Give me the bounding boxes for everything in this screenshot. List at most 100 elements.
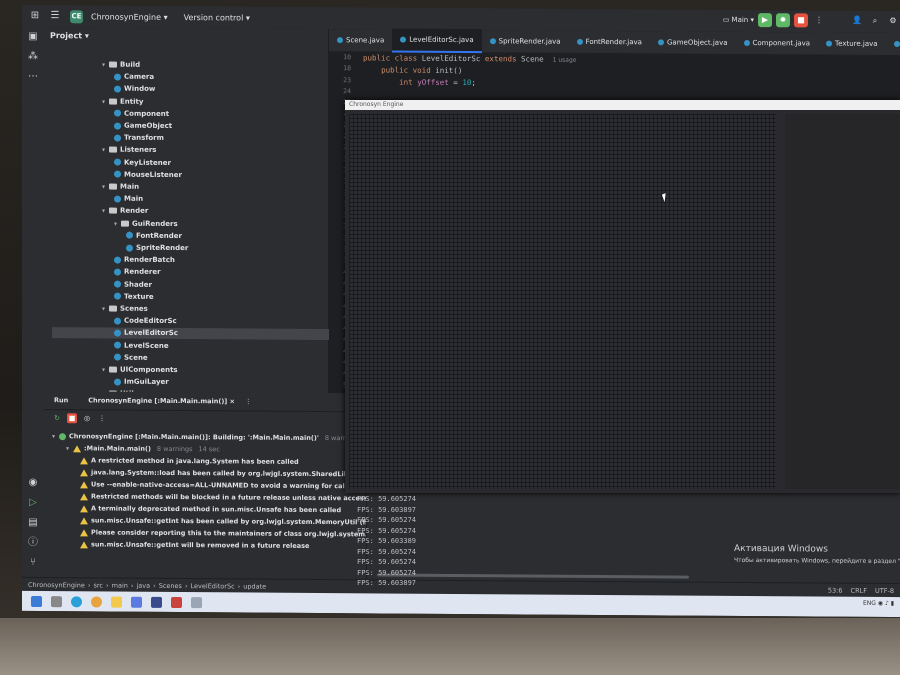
terminal-icon[interactable]: ▤ [22,513,44,533]
services-icon[interactable]: ◉ [22,473,44,493]
tree-folder[interactable]: ▾ Build [102,59,140,70]
editor-tab[interactable]: FontRender.java [569,31,650,54]
expand-chevron-icon[interactable]: ▾ [102,303,109,314]
editor-tab[interactable]: GameObject.java [650,31,736,54]
expand-chevron-icon[interactable]: ▾ [66,443,73,454]
windows-logo-icon[interactable]: ⊞ [28,9,42,23]
tree-class-file[interactable]: FontRender [126,230,182,241]
expand-chevron-icon[interactable]: ▾ [102,206,109,217]
tree-folder[interactable]: ▾ GuiRenders [114,218,178,229]
more-tools-icon[interactable]: ⋯ [22,67,44,87]
taskbar-search-icon[interactable] [51,595,62,607]
discord-icon[interactable] [151,596,162,608]
tree-class-file[interactable]: GameObject [114,121,172,132]
start-icon[interactable] [31,595,42,607]
store-icon[interactable] [131,596,142,608]
editor-tab[interactable]: Component.java [736,32,819,55]
tree-folder[interactable]: ▾ Entity [102,96,143,107]
stop-run-icon[interactable]: ■ [67,413,77,424]
tree-class-file[interactable]: Main [114,194,143,205]
editor-tab[interactable]: SpriteRender.java [482,30,569,53]
tree-class-file[interactable]: RenderBatch [114,255,175,266]
tree-class-file[interactable]: Scene [114,352,148,363]
build-output-row[interactable]: ▾:Main.Main.main() 8 warnings 14 sec [66,443,366,456]
tree-class-file[interactable]: Window [114,84,155,95]
system-tray[interactable]: ENG ◉ ♪ ▮ [863,600,894,607]
tree-folder[interactable]: ▾ Render [102,206,148,217]
stop-icon[interactable]: ■ [794,13,808,28]
tree-class-file[interactable]: KeyListener [114,157,171,168]
run-more-icon[interactable]: ⋮ [97,413,107,423]
expand-chevron-icon[interactable]: ▾ [102,145,109,156]
build-output-row[interactable]: Use --enable-native-access=ALL-UNNAMED t… [80,479,366,492]
editor-tab[interactable]: LevelEditorSc.java [392,28,482,54]
build-output-row[interactable]: java.lang.System::load has been called b… [80,467,366,480]
run-icon[interactable]: ▶ [758,13,772,28]
build-output-row[interactable]: sun.misc.Unsafe::getInt will be removed … [80,539,366,552]
project-switcher[interactable]: ChronosynEngine ▾ [91,12,168,22]
chrome-browser-icon[interactable] [91,595,102,607]
tree-class-file[interactable]: LevelScene [114,340,169,351]
build-output-row[interactable]: Please consider reporting this to the ma… [80,527,366,540]
expand-chevron-icon[interactable]: ▾ [102,181,109,192]
build-output-row[interactable]: A restricted method in java.lang.System … [80,455,366,468]
breadcrumb-item[interactable]: java [136,582,150,590]
level-grid-canvas[interactable] [349,114,776,489]
breadcrumb-item[interactable]: LevelEditorSc [191,582,235,590]
edge-browser-icon[interactable] [71,595,82,607]
tree-class-file[interactable]: Texture [114,291,154,302]
editor-tab[interactable]: Scene.java [329,29,392,51]
tree-class-file[interactable]: Renderer [114,267,161,278]
run-tab-more-icon[interactable]: ⋮ [245,397,252,405]
breadcrumb-item[interactable]: update [243,582,266,590]
run-config-tab[interactable]: ChronosynEngine [:Main.Main.main()] × [78,396,235,405]
tree-class-file[interactable]: MouseListener [114,169,182,180]
file-explorer-icon[interactable] [111,596,122,608]
editor-tab[interactable]: Documentation [886,33,900,56]
code-area[interactable]: public class LevelEditorSc extends Scene… [363,52,577,89]
game-engine-window[interactable]: Chronosyn Engine [345,100,900,493]
build-output-row[interactable]: A terminally deprecated method in sun.mi… [80,503,366,516]
tree-folder[interactable]: ▾ Listeners [102,145,156,156]
line-separator[interactable]: CRLF [851,587,867,595]
account-icon[interactable]: 👤 [850,14,864,28]
build-output-row[interactable]: Restricted methods will be blocked in a … [80,491,366,504]
project-panel-title[interactable]: Project ▾ [44,27,328,47]
intellij-icon[interactable] [171,596,182,608]
tree-class-file[interactable]: Camera [114,72,154,83]
project-folder-icon[interactable]: ▣ [22,27,44,47]
tree-class-file[interactable]: CodeEditorSc [114,316,177,327]
search-icon[interactable]: ⌕ [868,14,882,28]
breadcrumb-item[interactable]: src [94,581,104,589]
version-control-menu[interactable]: Version control ▾ [184,13,250,22]
file-encoding[interactable]: UTF-8 [875,587,894,595]
run-config-selector[interactable]: ▭ Main ▾ [723,16,754,24]
build-output-row[interactable]: sun.misc.Unsafe::getInt has been called … [80,515,366,528]
tree-class-file[interactable]: ImGuiLayer [114,377,169,388]
git-icon[interactable]: ⑂ [22,553,44,573]
tree-class-file[interactable]: Shader [114,279,152,290]
build-output-row[interactable]: ▾ ChronosynEngine [:Main.Main.main()]: Bu… [52,431,366,444]
cursor-position[interactable]: 53:6 [828,587,843,595]
taskbar-app-icon[interactable] [191,596,202,608]
debug-icon[interactable]: ✹ [776,13,790,28]
run-tool-icon[interactable]: ▷ [22,493,44,513]
structure-icon[interactable]: ⁂ [22,47,44,67]
expand-chevron-icon[interactable]: ▾ [102,59,109,70]
run-tab[interactable]: Run [54,396,68,404]
tree-folder[interactable]: ▾ Main [102,181,139,192]
view-icon[interactable]: ◎ [82,413,92,423]
expand-chevron-icon[interactable]: ▾ [102,364,109,375]
breadcrumb-item[interactable]: ChronosynEngine [28,581,85,589]
tree-folder[interactable]: ▾ UIComponents [102,364,178,376]
rerun-icon[interactable]: ↻ [52,413,62,423]
tree-folder[interactable]: ▾ Scenes [102,303,148,314]
expand-chevron-icon[interactable]: ▾ [102,96,109,107]
tree-class-file[interactable]: Transform [114,133,164,144]
tree-class-file[interactable]: Component [114,108,169,119]
more-actions-icon[interactable]: ⋮ [812,13,826,27]
expand-chevron-icon[interactable]: ▾ [114,218,121,229]
problems-icon[interactable]: ⓘ [22,533,44,553]
breadcrumb-item[interactable]: Scenes [159,582,182,590]
editor-tab[interactable]: Texture.java [818,32,886,54]
